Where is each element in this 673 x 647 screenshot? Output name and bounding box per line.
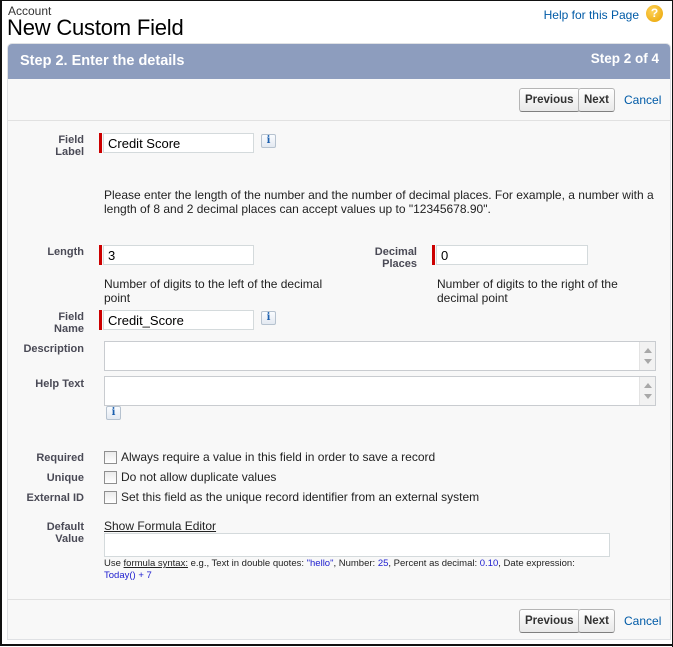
description-textarea[interactable] (104, 341, 656, 371)
decimal-places-input[interactable] (436, 245, 588, 265)
default-value-input[interactable] (104, 533, 610, 557)
next-button-bottom[interactable]: Next (578, 609, 615, 633)
length-label: Length (47, 246, 84, 258)
hint-text: , Date expression: (498, 558, 575, 569)
help-text-label: Help Text (35, 378, 84, 390)
scrollbar[interactable] (639, 377, 655, 405)
example-text: "hello" (306, 558, 334, 569)
scroll-up-arrow-icon[interactable] (644, 383, 652, 388)
scroll-up-arrow-icon[interactable] (644, 348, 652, 353)
info-icon[interactable]: i (261, 134, 276, 148)
example-number: 25 (377, 558, 389, 569)
required-indicator (99, 133, 102, 153)
scroll-down-arrow-icon[interactable] (644, 359, 652, 364)
external-id-checkbox[interactable] (104, 491, 117, 504)
length-hint: Number of digits to the left of the deci… (104, 277, 323, 305)
next-button-top[interactable]: Next (578, 88, 615, 112)
description-label: Description (23, 343, 84, 355)
field-name-input[interactable] (103, 310, 254, 330)
cancel-link-bottom[interactable]: Cancel (624, 614, 661, 628)
required-indicator (432, 245, 435, 265)
step-title: Step 2. Enter the details (20, 53, 185, 69)
hint-text: , Percent as decimal: (388, 558, 480, 569)
decimal-places-hint: Number of digits to the right of the dec… (437, 277, 618, 305)
scrollbar[interactable] (639, 342, 655, 370)
field-name-label: Field Name (54, 311, 84, 335)
external-id-description: Set this field as the unique record iden… (121, 490, 480, 504)
default-value-label: Default Value (46, 521, 84, 545)
cancel-link-top[interactable]: Cancel (624, 93, 661, 107)
page-title: New Custom Field (7, 15, 184, 40)
divider (8, 120, 670, 121)
field-label-input[interactable] (103, 133, 254, 153)
unique-description: Do not allow duplicate values (121, 470, 277, 484)
field-label-label: Field Label (55, 134, 84, 158)
length-instructions: Please enter the length of the number an… (104, 188, 654, 216)
previous-button-top[interactable]: Previous (519, 88, 580, 112)
required-indicator (99, 310, 102, 330)
example-date: Today() + 7 (104, 570, 152, 581)
scroll-down-arrow-icon[interactable] (644, 394, 652, 399)
info-icon[interactable]: i (261, 311, 276, 325)
hint-text: , Number: (333, 558, 378, 569)
formula-syntax-link[interactable]: formula syntax: (124, 558, 188, 569)
divider (8, 599, 670, 600)
help-text-textarea[interactable] (104, 376, 656, 406)
required-checkbox[interactable] (104, 451, 117, 464)
external-id-label: External ID (26, 492, 84, 504)
info-icon[interactable]: i (106, 406, 121, 420)
help-for-page-link[interactable]: Help for this Page (544, 8, 639, 22)
required-label: Required (36, 452, 84, 464)
unique-checkbox[interactable] (104, 471, 117, 484)
wizard-panel: Step 2. Enter the details Step 2 of 4 Pr… (7, 43, 671, 640)
formula-hint: Use formula syntax: e.g., Text in double… (104, 558, 624, 582)
show-formula-editor-link[interactable]: Show Formula Editor (104, 519, 216, 533)
question-circle-icon[interactable]: ? (646, 5, 663, 22)
required-indicator (99, 245, 102, 265)
step-header: Step 2. Enter the details Step 2 of 4 (8, 44, 670, 79)
hint-text: e.g., Text in double quotes: (187, 558, 307, 569)
length-input[interactable] (103, 245, 254, 265)
decimal-places-label: Decimal Places (374, 246, 417, 270)
required-description: Always require a value in this field in … (121, 450, 436, 464)
unique-label: Unique (46, 472, 84, 484)
hint-text: Use (104, 558, 124, 569)
previous-button-bottom[interactable]: Previous (519, 609, 580, 633)
example-percent: 0.10 (479, 558, 499, 569)
step-count: Step 2 of 4 (590, 51, 659, 66)
